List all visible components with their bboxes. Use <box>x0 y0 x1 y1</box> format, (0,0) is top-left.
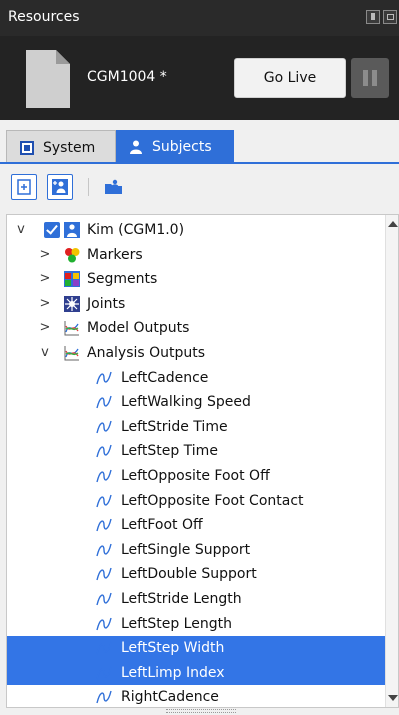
subjects-toolbar <box>0 164 399 208</box>
tree-row-analysis-output-selected[interactable]: LeftStep Width <box>7 636 385 661</box>
pause-button[interactable] <box>351 58 389 98</box>
analysis-curve-icon <box>96 469 112 483</box>
trial-name: CGM1004 * <box>87 69 167 85</box>
subject-checkbox[interactable] <box>44 222 60 238</box>
analysis-curve-icon <box>96 666 112 679</box>
tree-row-analysis-output[interactable]: LeftFoot Off <box>7 513 385 538</box>
panel-title: Resources <box>8 9 80 25</box>
analysis-output-label: LeftFoot Off <box>121 517 203 534</box>
analysis-outputs-icon <box>64 346 79 361</box>
analysis-output-label: LeftSingle Support <box>121 541 251 558</box>
tree-scrollbar[interactable] <box>385 215 398 707</box>
markers-icon <box>65 247 80 263</box>
resource-tabs: System Subjects <box>0 120 399 164</box>
analysis-output-label: LeftStride Length <box>121 591 242 607</box>
tree-row-analysis-output[interactable]: LeftCadence <box>7 366 385 391</box>
tree-row-markers[interactable]: > Markers <box>7 243 385 268</box>
tree-row-analysis-outputs[interactable]: v Analysis Outputs <box>7 341 385 366</box>
tree-row-analysis-output[interactable]: LeftStep Length <box>7 612 385 637</box>
trial-document-icon <box>26 50 70 108</box>
tree-row-subject[interactable]: v Kim (CGM1.0) <box>7 218 385 243</box>
analysis-output-label: LeftStep Time <box>121 443 218 460</box>
collapse-chevron-icon[interactable]: v <box>39 341 51 365</box>
go-live-button[interactable]: Go Live <box>234 58 346 98</box>
toolbar-separator <box>88 178 89 196</box>
scroll-down-arrow-icon[interactable] <box>388 695 398 701</box>
tab-system[interactable]: System <box>6 130 116 164</box>
open-subject-button[interactable] <box>101 174 127 200</box>
analysis-output-label: LeftOpposite Foot Off <box>121 468 270 484</box>
analysis-output-label: LeftLimp Index <box>121 664 225 681</box>
analysis-curve-icon <box>96 494 112 507</box>
analysis-curve-icon <box>96 617 112 630</box>
tree-group-label: Analysis Outputs <box>87 345 206 361</box>
analysis-curve-icon <box>96 396 112 409</box>
tree-row-analysis-output-selected[interactable]: LeftLimp Index <box>7 660 385 686</box>
subject-person-icon <box>130 140 142 154</box>
new-subject-from-template-button[interactable] <box>47 174 73 200</box>
analysis-output-label: LeftCadence <box>121 369 209 386</box>
segments-icon <box>64 271 80 288</box>
system-icon <box>20 140 34 155</box>
analysis-output-label: LeftStride Time <box>121 418 228 435</box>
tree-group-label: Model Outputs <box>87 320 190 337</box>
new-blank-subject-button[interactable] <box>11 174 37 200</box>
analysis-curve-icon <box>96 420 112 433</box>
analysis-output-label: LeftOpposite Foot Contact <box>121 492 304 509</box>
new-subject-from-template-icon <box>52 179 68 195</box>
analysis-curve-icon <box>96 445 112 458</box>
analysis-output-label: LeftStep Width <box>121 640 225 657</box>
analysis-output-label: RightCadence <box>121 689 219 706</box>
pin-icon[interactable] <box>366 10 380 24</box>
new-blank-subject-icon <box>17 179 31 195</box>
tree-group-label: Segments <box>87 271 158 288</box>
joints-icon <box>64 295 80 312</box>
subject-person-icon <box>64 222 80 238</box>
float-window-icon[interactable] <box>383 10 397 24</box>
tree-row-analysis-output[interactable]: LeftOpposite Foot Contact <box>7 489 385 514</box>
analysis-curve-icon <box>96 371 112 384</box>
analysis-curve-icon <box>96 568 112 581</box>
resources-title-bar: Resources <box>0 0 399 36</box>
analysis-output-label: LeftDouble Support <box>121 566 257 583</box>
subject-label: Kim (CGM1.0) <box>87 222 185 238</box>
live-control-panel: CGM1004 * Go Live <box>0 36 399 120</box>
tree-group-label: Markers <box>87 246 143 263</box>
tree-row-analysis-output[interactable]: LeftWalking Speed <box>7 390 385 415</box>
expand-chevron-icon[interactable]: > <box>39 267 51 291</box>
tree-row-joints[interactable]: > Joints <box>7 292 385 317</box>
analysis-curve-icon <box>96 592 112 606</box>
analysis-curve-icon <box>96 543 112 556</box>
tree-row-model-outputs[interactable]: > Model Outputs <box>7 316 385 341</box>
tab-subjects[interactable]: Subjects <box>116 130 234 164</box>
expand-chevron-icon[interactable]: > <box>39 316 51 340</box>
collapse-chevron-icon[interactable]: v <box>15 218 27 242</box>
model-outputs-icon <box>64 321 79 336</box>
tree-row-analysis-output[interactable]: LeftStride Time <box>7 415 385 440</box>
analysis-curve-icon <box>96 642 112 655</box>
expand-chevron-icon[interactable]: > <box>39 243 51 267</box>
analysis-curve-icon <box>96 519 112 532</box>
analysis-output-label: LeftWalking Speed <box>121 394 251 411</box>
open-subject-icon <box>105 179 122 194</box>
analysis-output-label: LeftStep Length <box>121 615 232 632</box>
tree-row-segments[interactable]: > Segments <box>7 267 385 292</box>
tree-row-analysis-output[interactable]: LeftDouble Support <box>7 562 385 587</box>
tree-row-analysis-output[interactable]: LeftStride Length <box>7 587 385 612</box>
panel-resize-grip[interactable] <box>166 709 236 713</box>
tree-row-analysis-output[interactable]: LeftOpposite Foot Off <box>7 464 385 489</box>
tab-subjects-label: Subjects <box>152 139 212 155</box>
expand-chevron-icon[interactable]: > <box>39 292 51 316</box>
tree-group-label: Joints <box>87 295 126 312</box>
scroll-up-arrow-icon[interactable] <box>388 221 398 227</box>
analysis-curve-icon <box>96 691 112 704</box>
tree-row-analysis-output[interactable]: LeftStep Time <box>7 439 385 464</box>
subjects-tree[interactable]: v Kim (CGM1.0) > Markers > Segments > Jo… <box>6 214 399 708</box>
tab-system-label: System <box>43 139 96 156</box>
tree-row-analysis-output[interactable]: RightCadence <box>7 685 385 707</box>
tree-row-analysis-output[interactable]: LeftSingle Support <box>7 538 385 563</box>
